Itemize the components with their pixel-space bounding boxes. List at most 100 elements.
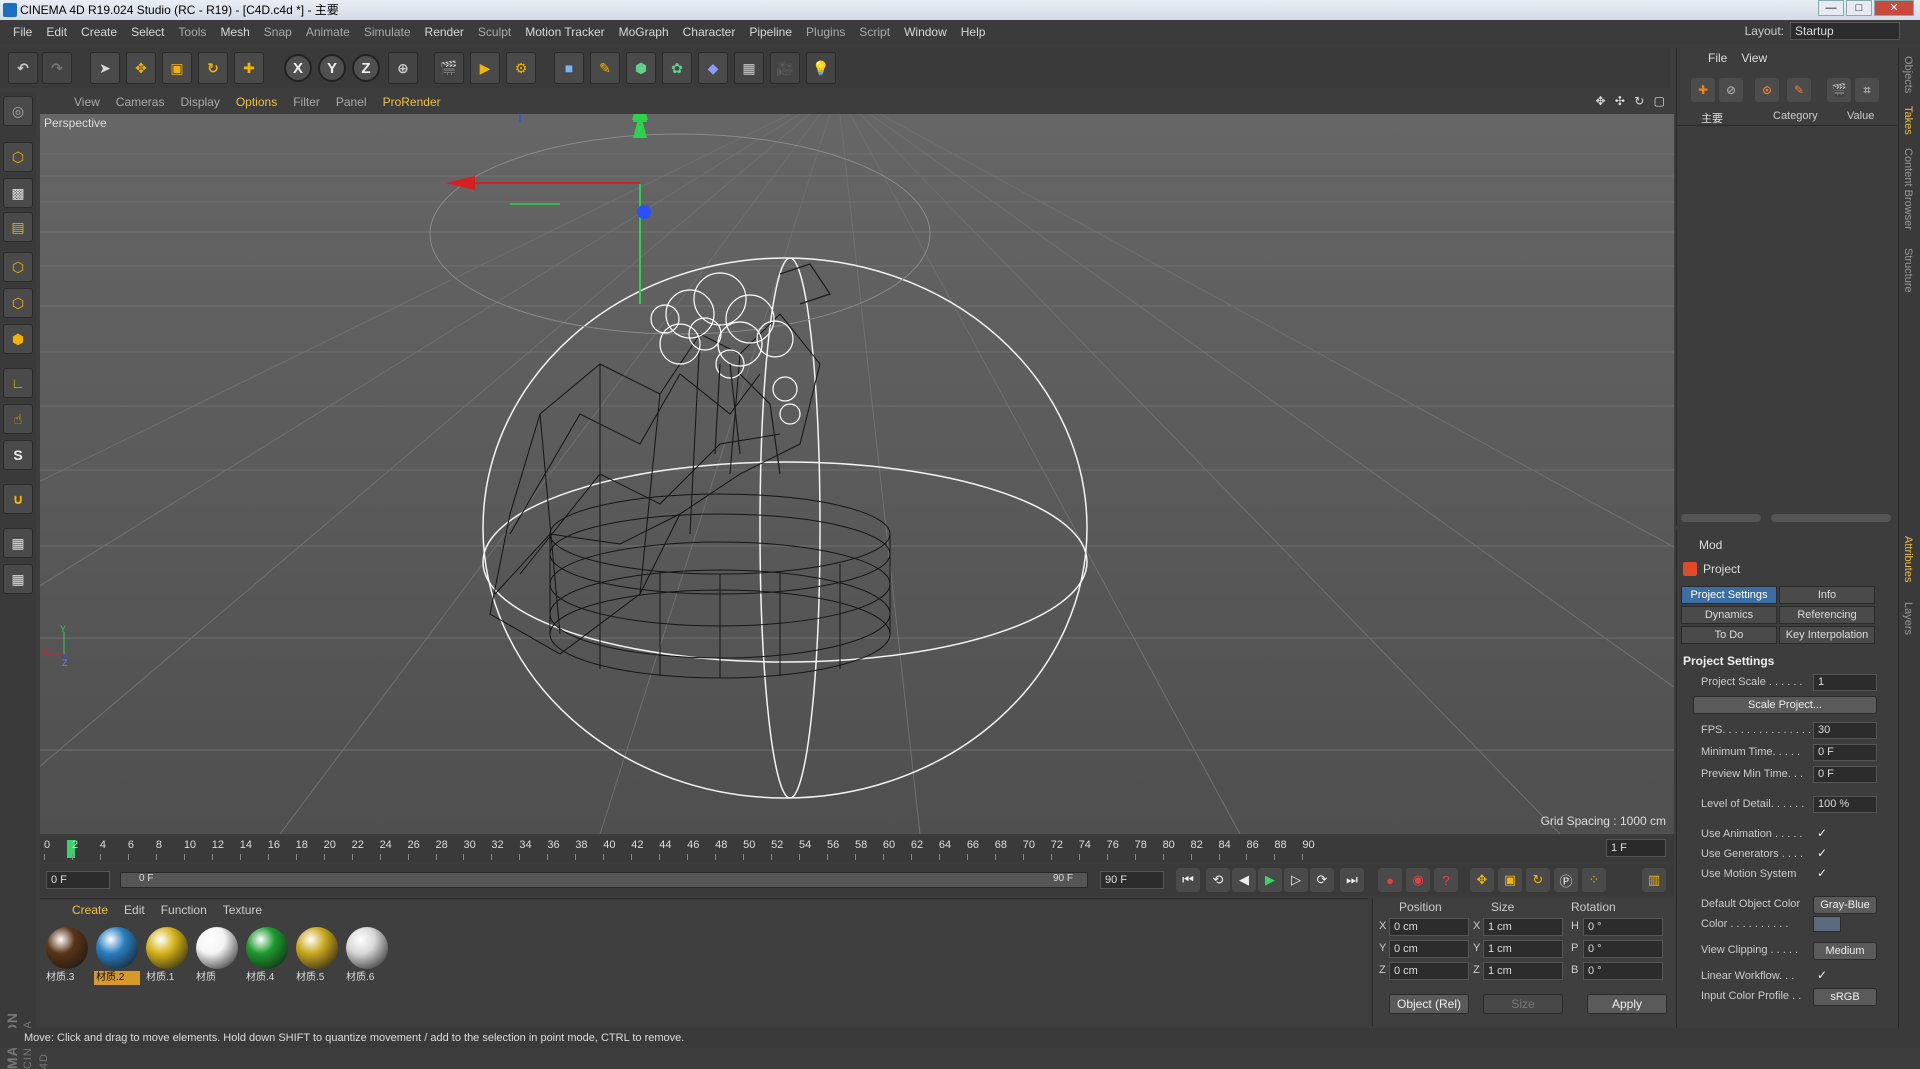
use-motion-system-checkbox[interactable]: ✓ xyxy=(1817,866,1827,880)
y-axis-lock-icon[interactable]: Y xyxy=(318,54,346,82)
next-frame-icon[interactable]: ▷ xyxy=(1284,868,1308,892)
attribute-mode-menu[interactable]: Mod xyxy=(1699,538,1722,552)
coordinate-system-icon[interactable]: ⊕ xyxy=(388,52,418,84)
tab-attributes[interactable]: Attributes xyxy=(1902,536,1914,582)
menu-mesh[interactable]: Mesh xyxy=(213,20,256,44)
auto-take-icon[interactable]: ⊙ xyxy=(1755,78,1779,102)
take-lock-icon[interactable]: ✎ xyxy=(1787,78,1811,102)
viewport-menu-filter[interactable]: Filter xyxy=(285,95,328,109)
end-frame-field[interactable]: 90 F xyxy=(1100,871,1164,889)
autokey-icon[interactable]: ◉ xyxy=(1406,868,1430,892)
keyframe-selection-icon[interactable]: ? xyxy=(1434,868,1458,892)
material-label[interactable]: 材质.3 xyxy=(44,971,90,985)
select-cursor-icon[interactable]: ➤ xyxy=(90,52,120,84)
maximize-button[interactable]: □ xyxy=(1846,0,1872,16)
edges-mode-icon[interactable]: ⬡ xyxy=(3,288,33,318)
material-menu-function[interactable]: Function xyxy=(153,903,215,917)
menu-edit[interactable]: Edit xyxy=(39,20,74,44)
material-item[interactable]: 材质.4 xyxy=(244,925,290,987)
workplane-mode-icon[interactable]: ▤ xyxy=(3,212,33,242)
object-menu-file[interactable]: File xyxy=(1701,51,1734,65)
material-item[interactable]: 材质.2 xyxy=(94,925,140,987)
axis-mode-icon[interactable]: ∟ xyxy=(3,368,33,398)
previous-key-icon[interactable]: ⟲ xyxy=(1206,868,1230,892)
viewport-menu-view[interactable]: View xyxy=(66,95,108,109)
viewport-menu-panel[interactable]: Panel xyxy=(328,95,375,109)
floor-icon[interactable]: ▦ xyxy=(734,52,764,84)
preview-min-time-field[interactable]: 0 F xyxy=(1813,766,1877,783)
material-preview-ball[interactable] xyxy=(346,927,388,969)
coordinate-mode-dropdown[interactable]: Object (Rel) xyxy=(1389,994,1469,1014)
layout-select[interactable]: Startup xyxy=(1790,22,1900,40)
close-button[interactable]: ✕ xyxy=(1874,0,1914,16)
material-preview-ball[interactable] xyxy=(96,927,138,969)
render-view-icon[interactable]: 🎬 xyxy=(434,52,464,84)
scale-project-button[interactable]: Scale Project... xyxy=(1693,696,1877,714)
record-icon[interactable]: ● xyxy=(1378,868,1402,892)
deformer-icon[interactable]: ◆ xyxy=(698,52,728,84)
go-to-end-icon[interactable]: ⏭ xyxy=(1340,868,1364,892)
minimize-button[interactable]: — xyxy=(1818,0,1844,16)
horizontal-scrollbar[interactable] xyxy=(1681,514,1761,522)
tab-structure[interactable]: Structure xyxy=(1902,248,1914,293)
snap-icon[interactable]: ∪ xyxy=(3,484,33,514)
size-y-field[interactable]: 1 cm xyxy=(1483,940,1563,958)
material-preview-ball[interactable] xyxy=(296,927,338,969)
solo-icon[interactable]: S xyxy=(3,440,33,470)
object-menu-view[interactable]: View xyxy=(1734,51,1774,65)
tab-content-browser[interactable]: Content Browser xyxy=(1902,148,1914,230)
tab-project-settings[interactable]: Project Settings xyxy=(1681,586,1777,604)
cube-icon[interactable]: ■ xyxy=(554,52,584,84)
tab-dynamics[interactable]: Dynamics xyxy=(1681,606,1777,624)
perspective-viewport[interactable]: Perspective Y X Z Grid Spacing : 1000 cm xyxy=(40,114,1674,834)
menu-plugins[interactable]: Plugins xyxy=(799,20,852,44)
menu-file[interactable]: File xyxy=(6,20,39,44)
menu-pipeline[interactable]: Pipeline xyxy=(742,20,799,44)
rotate-icon[interactable]: ↻ xyxy=(198,52,228,84)
menu-script[interactable]: Script xyxy=(852,20,897,44)
linear-workflow-checkbox[interactable]: ✓ xyxy=(1817,968,1827,982)
viewport-menu-prorender[interactable]: ProRender xyxy=(375,95,449,109)
menu-help[interactable]: Help xyxy=(954,20,993,44)
tab-referencing[interactable]: Referencing xyxy=(1779,606,1875,624)
color-swatch[interactable] xyxy=(1813,916,1841,932)
viewport-navigation-icons[interactable]: ✥ ✣ ↻ ▢ xyxy=(1595,94,1668,108)
make-editable-icon[interactable]: ◎ xyxy=(3,96,33,126)
current-frame-field[interactable]: 1 F xyxy=(1606,839,1666,857)
material-label[interactable]: 材质.6 xyxy=(344,971,390,985)
material-preview-ball[interactable] xyxy=(196,927,238,969)
menu-motion-tracker[interactable]: Motion Tracker xyxy=(518,20,611,44)
key-pla-icon[interactable]: ⁘ xyxy=(1582,868,1606,892)
take-render-icon[interactable]: 🎬 xyxy=(1827,78,1851,102)
material-label[interactable]: 材质.5 xyxy=(294,971,340,985)
fps-field[interactable]: 30 xyxy=(1813,722,1877,739)
material-label[interactable]: 材质.2 xyxy=(94,971,140,985)
camera-icon[interactable]: 🎥 xyxy=(770,52,800,84)
tab-to-do[interactable]: To Do xyxy=(1681,626,1777,644)
material-menu-create[interactable]: Create xyxy=(64,903,116,917)
key-rotation-icon[interactable]: ↻ xyxy=(1526,868,1550,892)
material-item[interactable]: 材质.6 xyxy=(344,925,390,987)
material-item[interactable]: 材质 xyxy=(194,925,240,987)
scale-icon[interactable]: ▣ xyxy=(162,52,192,84)
minimum-time-field[interactable]: 0 F xyxy=(1813,744,1877,761)
cloner-icon[interactable]: ✿ xyxy=(662,52,692,84)
horizontal-scrollbar-right[interactable] xyxy=(1771,514,1891,522)
material-item[interactable]: 材质.1 xyxy=(144,925,190,987)
live-selection-icon[interactable]: ✚ xyxy=(234,52,264,84)
rot-p-field[interactable]: 0 ° xyxy=(1583,940,1663,958)
start-frame-field[interactable]: 0 F xyxy=(46,871,110,889)
material-preview-ball[interactable] xyxy=(146,927,188,969)
apply-button[interactable]: Apply xyxy=(1587,994,1667,1014)
material-menu-texture[interactable]: Texture xyxy=(215,903,270,917)
take-filter-icon[interactable]: ⌗ xyxy=(1855,78,1879,102)
project-scale-field[interactable]: 1 xyxy=(1813,674,1877,691)
input-color-profile-dropdown[interactable]: sRGB xyxy=(1813,988,1877,1006)
menu-select[interactable]: Select xyxy=(124,20,171,44)
play-icon[interactable]: ▶ xyxy=(1258,868,1282,892)
tab-info[interactable]: Info xyxy=(1779,586,1875,604)
redo-icon[interactable]: ↷ xyxy=(42,52,72,84)
rot-h-field[interactable]: 0 ° xyxy=(1583,918,1663,936)
pos-y-field[interactable]: 0 cm xyxy=(1389,940,1469,958)
menu-sculpt[interactable]: Sculpt xyxy=(471,20,518,44)
